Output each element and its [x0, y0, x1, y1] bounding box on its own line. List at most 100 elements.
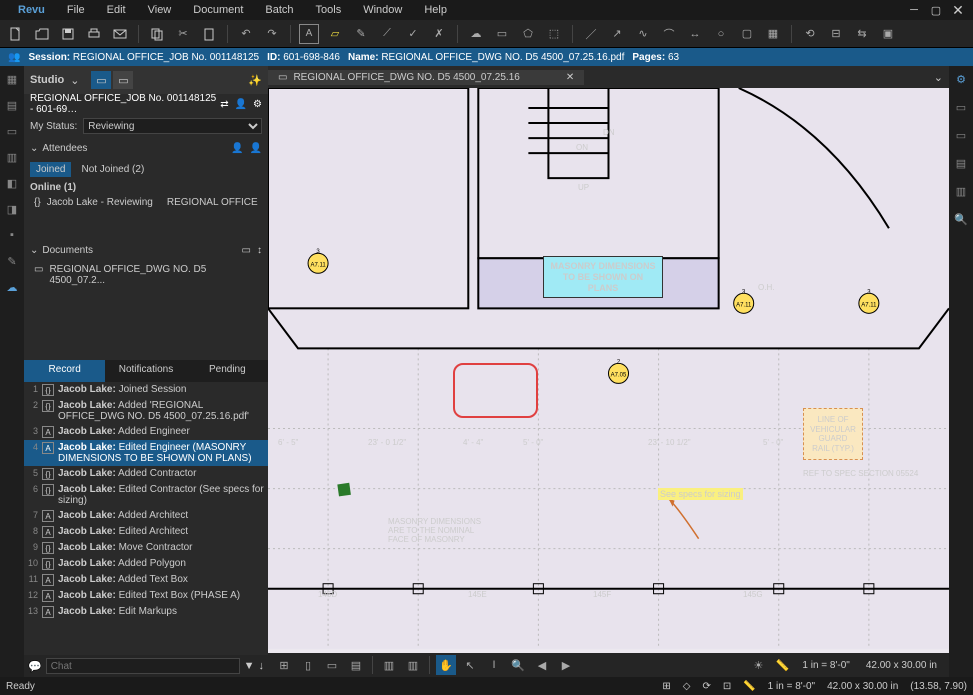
magic-wand-icon[interactable]: ✨	[248, 74, 262, 87]
viewport[interactable]: A7.113 A7.113 A7.113 A7.052 MASONRY DIME…	[268, 88, 949, 653]
chevron-down-icon[interactable]: ⌄	[30, 143, 38, 154]
copy-icon[interactable]	[147, 24, 167, 44]
status-sync-icon[interactable]: ⟳	[702, 681, 710, 692]
tool-chest-icon[interactable]: ▥	[3, 148, 21, 166]
cloud-icon[interactable]: ☁	[466, 24, 486, 44]
status-ruler-icon[interactable]: 📏	[743, 681, 755, 692]
stamp-icon[interactable]: ✓	[403, 24, 423, 44]
record-item[interactable]: 10{}Jacob Lake: Added Polygon	[24, 556, 268, 572]
file-access-icon[interactable]: ▭	[3, 122, 21, 140]
menu-window[interactable]: Window	[353, 2, 412, 18]
record-item[interactable]: 13AJacob Lake: Edit Markups	[24, 604, 268, 620]
pending-tab[interactable]: Pending	[187, 360, 268, 382]
highlight-icon[interactable]: ▱	[325, 24, 345, 44]
arc-icon[interactable]: ⌒	[659, 24, 679, 44]
align-icon[interactable]: ⊟	[826, 24, 846, 44]
not-joined-tab[interactable]: Not Joined (2)	[81, 164, 144, 175]
rr-item-2[interactable]: ▭	[952, 126, 970, 144]
gear-icon[interactable]: ⚙	[952, 70, 970, 88]
image-icon[interactable]: ▦	[763, 24, 783, 44]
record-item[interactable]: 3AJacob Lake: Added Engineer	[24, 424, 268, 440]
masonry-callout[interactable]: MASONRY DIMENSIONS TO BE SHOWN ON PLANS	[543, 256, 663, 298]
pointer-icon[interactable]: ↖	[460, 655, 480, 675]
save-icon[interactable]	[58, 24, 78, 44]
menu-view[interactable]: View	[138, 2, 182, 18]
split-h-icon[interactable]: ▥	[379, 655, 399, 675]
measure-icon[interactable]: 📏	[772, 655, 792, 675]
dimmer-icon[interactable]: ☀	[748, 655, 768, 675]
select-rect-icon[interactable]: ⬚	[544, 24, 564, 44]
print-icon[interactable]	[84, 24, 104, 44]
record-tab[interactable]: Record	[24, 360, 105, 382]
group-icon[interactable]: ▣	[878, 24, 898, 44]
record-item[interactable]: 6{}Jacob Lake: Edited Contractor (See sp…	[24, 482, 268, 508]
record-item[interactable]: 12AJacob Lake: Edited Text Box (PHASE A)	[24, 588, 268, 604]
connector-icon[interactable]: ⟋	[377, 24, 397, 44]
undo-icon[interactable]: ↶	[236, 24, 256, 44]
document-tab[interactable]: ▭ REGIONAL OFFICE_DWG NO. D5 4500_07.25.…	[268, 70, 584, 85]
sort-icon[interactable]: ↓	[259, 660, 265, 672]
record-item[interactable]: 11AJacob Lake: Added Text Box	[24, 572, 268, 588]
single-page-icon[interactable]: ▯	[298, 655, 318, 675]
specs-highlight[interactable]: See specs for sizing	[658, 488, 743, 500]
layers-icon[interactable]: ◨	[3, 200, 21, 218]
pen-icon[interactable]: ✎	[351, 24, 371, 44]
project-tab[interactable]: ▭	[113, 71, 133, 89]
invite-icon[interactable]: ⇄	[220, 99, 228, 110]
side-by-side-icon[interactable]: ▤	[346, 655, 366, 675]
menu-batch[interactable]: Batch	[255, 2, 303, 18]
add-doc-icon[interactable]: ▭	[242, 245, 251, 256]
redo-icon[interactable]: ↷	[262, 24, 282, 44]
status-units-icon[interactable]: ⊡	[723, 681, 731, 692]
rr-item-3[interactable]: ▤	[952, 154, 970, 172]
record-item[interactable]: 4AJacob Lake: Edited Engineer (MASONRY D…	[24, 440, 268, 466]
properties-icon[interactable]: ◧	[3, 174, 21, 192]
continuous-icon[interactable]: ▭	[322, 655, 342, 675]
ellipse-icon[interactable]: ○	[711, 24, 731, 44]
menu-help[interactable]: Help	[414, 2, 457, 18]
flip-icon[interactable]: ⇆	[852, 24, 872, 44]
record-item[interactable]: 7AJacob Lake: Added Architect	[24, 508, 268, 524]
status-snap-icon[interactable]: ◇	[683, 681, 691, 692]
studio-icon[interactable]: ☁	[3, 278, 21, 296]
session-tab[interactable]: ▭	[91, 71, 111, 89]
attendee-row[interactable]: {} Jacob Lake - Reviewing REGIONAL OFFIC…	[30, 195, 262, 210]
cut-icon[interactable]: ✂	[173, 24, 193, 44]
sign-icon[interactable]: ✗	[429, 24, 449, 44]
select-text-icon[interactable]: I	[484, 655, 504, 675]
guard-rail-note[interactable]: LINE OF VEHICULAR GUARD RAIL (TYP.)	[803, 408, 863, 460]
pan-icon[interactable]: ✋	[436, 655, 456, 675]
status-grid-icon[interactable]: ⊞	[662, 681, 670, 692]
polygon-icon[interactable]: ⬠	[518, 24, 538, 44]
email-icon[interactable]	[110, 24, 130, 44]
red-cloud-markup[interactable]	[453, 363, 538, 418]
doc-sort-icon[interactable]: ↕	[257, 245, 262, 256]
split-v-icon[interactable]: ▥	[403, 655, 423, 675]
filter-icon[interactable]: ▼	[244, 660, 255, 672]
joined-tab[interactable]: Joined	[30, 162, 71, 177]
thumbnails-icon[interactable]: ▦	[3, 70, 21, 88]
new-doc-icon[interactable]	[6, 24, 26, 44]
form-icon[interactable]: ▪	[3, 226, 21, 244]
bookmarks-icon[interactable]: ▤	[3, 96, 21, 114]
rect-icon[interactable]: ▭	[492, 24, 512, 44]
prev-view-icon[interactable]: ◀	[532, 655, 552, 675]
chevron-down-icon[interactable]: ⌄	[30, 245, 38, 256]
record-item[interactable]: 1{}Jacob Lake: Joined Session	[24, 382, 268, 398]
close-button[interactable]: ✕	[951, 3, 965, 17]
tab-dropdown-icon[interactable]: ⌄	[928, 71, 949, 84]
app-name[interactable]: Revu	[8, 2, 55, 18]
rounded-rect-icon[interactable]: ▢	[737, 24, 757, 44]
settings-icon[interactable]: ⚙	[253, 99, 262, 110]
menu-document[interactable]: Document	[183, 2, 253, 18]
add-attendee-icon[interactable]: 👤	[250, 143, 262, 154]
record-item[interactable]: 2{}Jacob Lake: Added 'REGIONAL OFFICE_DW…	[24, 398, 268, 424]
next-view-icon[interactable]: ▶	[556, 655, 576, 675]
text-icon[interactable]: A	[299, 24, 319, 44]
attendee-icon[interactable]: 👤	[235, 99, 247, 110]
notifications-tab[interactable]: Notifications	[105, 360, 186, 382]
record-item[interactable]: 9{}Jacob Lake: Move Contractor	[24, 540, 268, 556]
polyline-icon[interactable]: ∿	[633, 24, 653, 44]
rr-item-1[interactable]: ▭	[952, 98, 970, 116]
document-row[interactable]: ▭ REGIONAL OFFICE_DWG NO. D5 4500_07.2..…	[30, 262, 262, 288]
